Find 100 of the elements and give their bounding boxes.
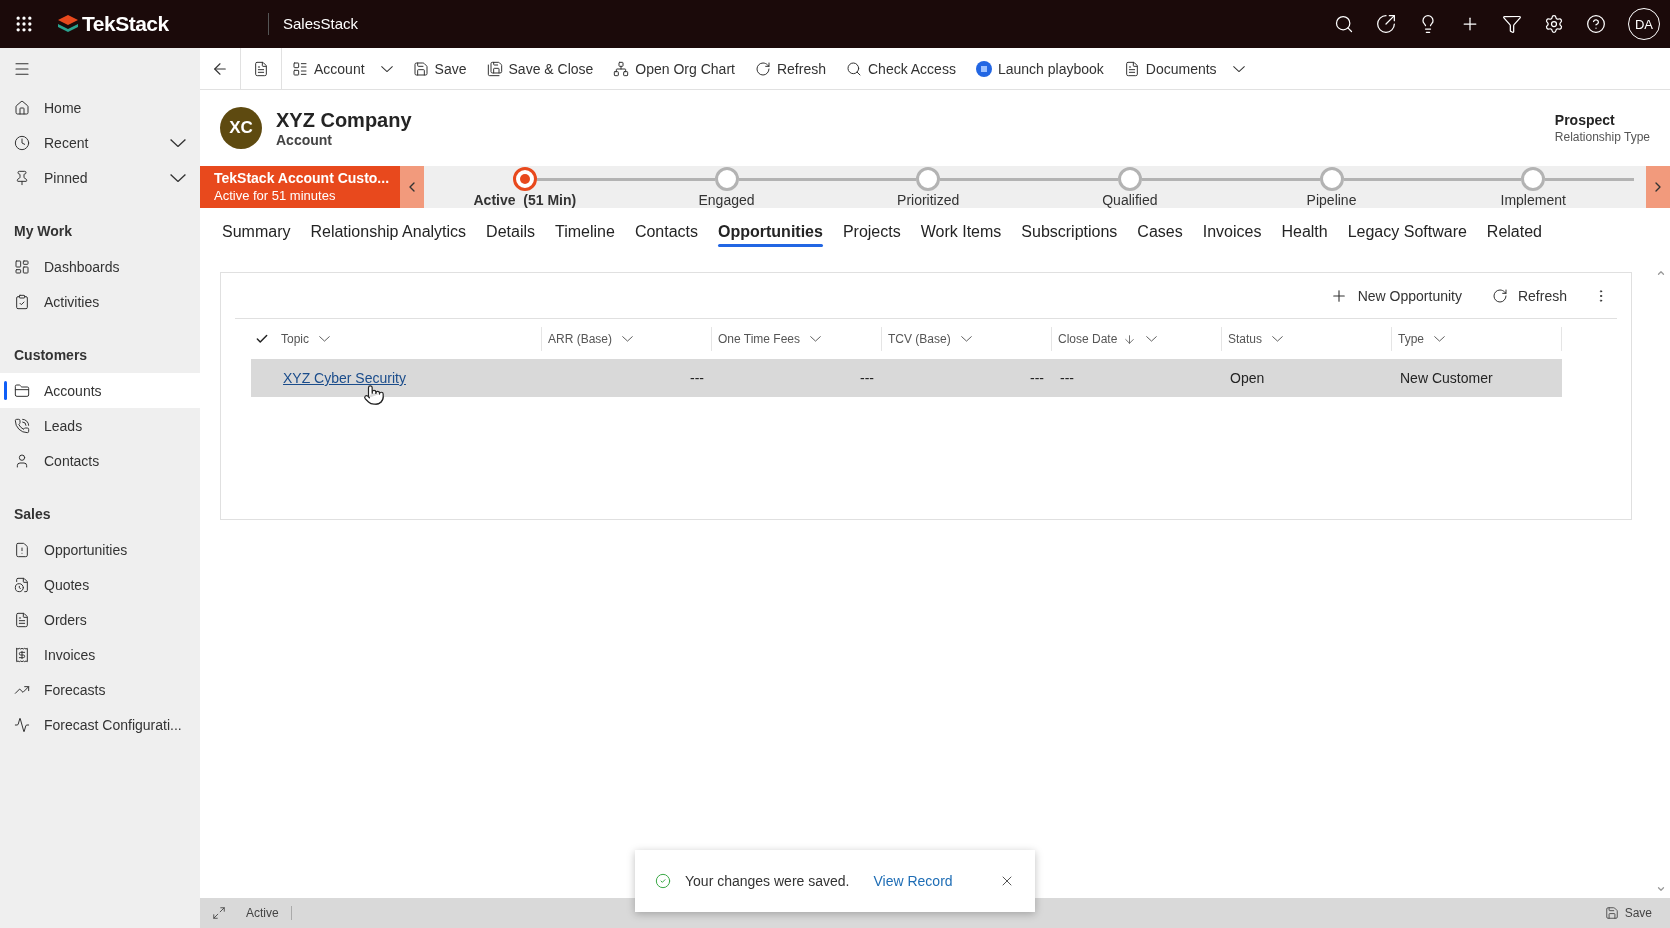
record-status: Active (246, 906, 292, 920)
field-label: Relationship Type (1554, 130, 1650, 144)
nav-item[interactable]: Quotes (0, 567, 200, 602)
grid-action-button[interactable]: Refresh (1479, 287, 1579, 304)
record-avatar: XC (220, 107, 262, 149)
command-button[interactable]: Documents (1113, 47, 1255, 90)
command-button[interactable]: Refresh (744, 47, 836, 90)
expand-icon[interactable] (212, 906, 226, 920)
nav-item[interactable]: Leads (0, 408, 200, 443)
dashboard-icon (14, 258, 30, 275)
view-record-link[interactable]: View Record (873, 873, 953, 889)
stage-circle[interactable] (512, 167, 537, 191)
field-value: Prospect (1554, 112, 1616, 128)
table-cell: --- (712, 359, 882, 397)
search-icon[interactable] (1334, 14, 1354, 34)
nav-item[interactable]: Home (0, 90, 200, 125)
status-save-button[interactable]: Save (1598, 905, 1658, 921)
save-icon (1604, 906, 1619, 920)
record-entity: Account (276, 131, 333, 148)
circle-arrow-icon[interactable] (1376, 14, 1396, 34)
tab[interactable]: Health (1271, 208, 1338, 256)
tab[interactable]: Invoices (1192, 208, 1272, 256)
home-icon (14, 99, 30, 116)
nav-item[interactable]: Forecast Configurati... (0, 707, 200, 742)
group-title: Sales (13, 505, 52, 524)
table-cell: --- (542, 359, 712, 397)
help-icon[interactable] (1586, 14, 1606, 34)
chevron-icon (1272, 336, 1284, 342)
select-all-checkbox[interactable] (255, 332, 269, 346)
command-button[interactable]: Open Org Chart (603, 47, 745, 90)
nav-item[interactable]: Forecasts (0, 672, 200, 707)
nav-item[interactable]: Contacts (0, 443, 200, 478)
nav-item[interactable]: Pinned (0, 160, 200, 195)
tab[interactable]: Work Items (910, 208, 1012, 256)
column-header[interactable]: Type (1392, 327, 1562, 351)
stage-label: Pipeline (1306, 192, 1357, 208)
folder-icon (14, 382, 30, 399)
scroll-up-icon[interactable] (1656, 268, 1666, 278)
app-launcher-icon[interactable] (14, 14, 34, 34)
command-button[interactable]: Account (282, 47, 403, 90)
tab[interactable]: Subscriptions (1011, 208, 1128, 256)
refresh-icon (754, 60, 771, 77)
stage-label: Prioritized (897, 192, 960, 208)
command-button[interactable]: Launch playbook (965, 47, 1114, 90)
grid-action-button[interactable]: New Opportunity (1317, 286, 1474, 305)
nav-item[interactable]: Invoices (0, 637, 200, 672)
filter-icon[interactable] (1502, 14, 1522, 34)
receipt-icon (14, 646, 30, 663)
nav-item[interactable]: Recent (0, 125, 200, 160)
tab[interactable]: Details (476, 208, 545, 256)
save-icon (412, 60, 429, 77)
table-cell: --- (1052, 359, 1222, 397)
tab[interactable]: Summary (212, 208, 301, 256)
chevron-icon (319, 336, 330, 342)
tab[interactable]: Legacy Software (1337, 208, 1477, 256)
check-circle-icon (655, 873, 671, 889)
scroll-down-icon[interactable] (1656, 884, 1666, 894)
table-cell: --- (882, 359, 1052, 397)
logo-icon (58, 15, 78, 33)
stage-label: Engaged (698, 192, 755, 208)
command-button[interactable]: Check Access (836, 47, 966, 90)
group-title: Customers (13, 346, 89, 365)
hand-cursor-icon (363, 384, 385, 406)
search-icon (846, 60, 862, 77)
app-name: TekStack (82, 12, 169, 36)
nav-item[interactable]: Accounts (0, 373, 200, 408)
table-cell: Open (1222, 359, 1392, 397)
document-icon (14, 541, 30, 558)
nav-item[interactable]: Opportunities (0, 532, 200, 567)
tab[interactable]: Cases (1127, 208, 1193, 256)
tab[interactable]: Timeline (545, 208, 625, 256)
settings-icon[interactable] (1544, 14, 1564, 34)
tab[interactable]: Related (1476, 208, 1552, 256)
document-icon (14, 611, 30, 628)
command-button[interactable]: Save & Close (476, 47, 604, 90)
chevron-icon (1146, 336, 1158, 342)
process-flyout[interactable]: TekStack Account Custo... Active for 51 minutes (200, 166, 400, 208)
list-icon (292, 60, 308, 77)
nav-item[interactable]: Activities (0, 284, 200, 319)
column-header[interactable]: Close Date (1052, 327, 1222, 351)
command-button[interactable]: Save (402, 47, 477, 90)
nav-item[interactable]: Orders (0, 602, 200, 637)
column-header[interactable]: Status (1222, 327, 1392, 351)
phone-icon (14, 417, 30, 434)
tab[interactable]: Opportunities (708, 208, 833, 256)
person-icon (14, 452, 30, 469)
tab[interactable]: Projects (832, 208, 911, 256)
group-title: My Work (13, 222, 74, 241)
record-name: XYZ Company (276, 108, 412, 132)
column-header[interactable]: TCV (Base) (882, 327, 1052, 351)
nav-item[interactable]: Dashboards (0, 249, 200, 284)
chart-icon (14, 716, 30, 733)
tab[interactable]: Relationship Analytics (300, 208, 477, 256)
column-header[interactable]: ARR (Base) (542, 327, 712, 351)
tab[interactable]: Contacts (624, 208, 708, 256)
column-header[interactable]: One Time Fees (712, 327, 882, 351)
chevron-icon (622, 336, 633, 342)
column-header[interactable]: Topic (275, 327, 542, 351)
stage-label: Implement (1500, 192, 1566, 208)
record-link[interactable]: XYZ Cyber Security (283, 370, 406, 386)
